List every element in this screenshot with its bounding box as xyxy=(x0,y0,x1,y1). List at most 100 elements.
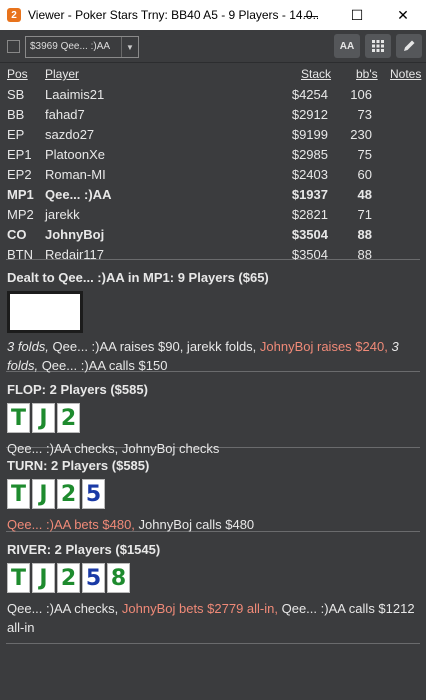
maximize-button[interactable]: ☐ xyxy=(334,0,380,30)
table-row[interactable]: BB fahad7 $2912 73 xyxy=(6,107,420,127)
table-row[interactable]: EP sazdo27 $9199 230 xyxy=(6,127,420,147)
action-text-highlight: JohnyBoj bets $2779 all-in, xyxy=(121,601,278,616)
river-cards: T J 2 5 8 xyxy=(7,563,420,593)
row-player: jarekk xyxy=(45,207,80,222)
table-row[interactable]: MP2 jarekk $2821 71 xyxy=(6,207,420,227)
row-bbs: 60 xyxy=(357,167,372,182)
row-player: Laaimis21 xyxy=(45,87,105,102)
pencil-icon xyxy=(404,40,415,51)
card: 2 xyxy=(57,403,80,433)
card: T xyxy=(7,563,30,593)
row-bbs: 75 xyxy=(357,147,372,162)
card: J xyxy=(32,563,55,593)
close-button[interactable]: ✕ xyxy=(380,0,426,30)
row-pos: BB xyxy=(7,107,25,122)
row-player: fahad7 xyxy=(45,107,85,122)
card: T xyxy=(7,479,30,509)
card: 5 xyxy=(82,479,105,509)
action-text-highlight: JohnyBoj raises $240, xyxy=(259,339,388,354)
row-stack: $2821 xyxy=(291,207,328,222)
header-player[interactable]: Player xyxy=(45,67,79,81)
header-pos[interactable]: Pos xyxy=(7,67,28,81)
river-action: Qee... :)AA checks, JohnyBoj bets $2779 … xyxy=(7,599,420,637)
row-pos: MP2 xyxy=(7,207,34,222)
row-stack: $1937 xyxy=(291,187,328,202)
row-stack: $2912 xyxy=(291,107,328,122)
card: 8 xyxy=(107,563,130,593)
app-icon: 2 xyxy=(7,8,21,22)
row-bbs: 73 xyxy=(357,107,372,122)
row-stack: $2985 xyxy=(291,147,328,162)
row-stack: $3504 xyxy=(291,227,328,242)
row-stack: $9199 xyxy=(291,127,328,142)
row-pos: EP1 xyxy=(7,147,32,162)
chevron-down-icon[interactable]: ▼ xyxy=(121,37,138,57)
row-pos: MP1 xyxy=(7,187,34,202)
aa-button[interactable]: AA xyxy=(334,34,360,58)
card: J xyxy=(32,403,55,433)
player-select[interactable]: $3969 Qee... :)AA ▼ xyxy=(25,36,139,58)
row-pos: BTN xyxy=(7,247,33,262)
player-select-value: $3969 Qee... :)AA xyxy=(30,41,111,52)
flop-cards: T J 2 xyxy=(7,403,420,433)
row-player: PlatoonXe xyxy=(45,147,105,162)
row-bbs: 88 xyxy=(357,227,372,242)
card: 2 xyxy=(57,563,80,593)
minimize-button[interactable]: — xyxy=(288,0,334,30)
row-player: Roman-MI xyxy=(45,167,106,182)
flop-title: FLOP: 2 Players ($585) xyxy=(7,382,148,397)
table-row[interactable]: BTN Redair117 $3504 88 xyxy=(6,247,420,267)
title-bar: 2 Viewer - Poker Stars Trny: BB40 A5 - 9… xyxy=(0,0,426,30)
window-title: Viewer - Poker Stars Trny: BB40 A5 - 9 P… xyxy=(28,8,318,22)
action-text-highlight: Qee... :)AA bets $480, xyxy=(7,517,135,532)
edit-button[interactable] xyxy=(396,34,422,58)
action-text: 3 folds, xyxy=(7,339,49,354)
flop-section: FLOP: 2 Players ($585) T J 2 Qee... :)AA… xyxy=(6,372,420,456)
card: 2 xyxy=(57,479,80,509)
row-pos: EP2 xyxy=(7,167,32,182)
table-row-villain[interactable]: CO JohnyBoj $3504 88 xyxy=(6,227,420,247)
header-notes[interactable]: Notes xyxy=(390,67,421,81)
row-pos: EP xyxy=(7,127,25,142)
select-checkbox[interactable] xyxy=(7,40,20,53)
table-row[interactable]: SB Laaimis21 $4254 106 xyxy=(6,87,420,107)
row-stack: $4254 xyxy=(291,87,328,102)
action-text: Qee... :)AA raises $90, jarekk folds, xyxy=(48,339,260,354)
row-pos: SB xyxy=(7,87,25,102)
turn-title: TURN: 2 Players ($585) xyxy=(7,458,150,473)
action-text: JohnyBoj calls $480 xyxy=(134,517,255,532)
row-player: Redair117 xyxy=(45,247,105,262)
river-section: RIVER: 2 Players ($1545) T J 2 5 8 Qee..… xyxy=(6,532,420,644)
card: 5 xyxy=(82,563,105,593)
river-title: RIVER: 2 Players ($1545) xyxy=(7,542,161,557)
action-text: Qee... :)AA checks, xyxy=(7,601,122,616)
row-player: Qee... :)AA xyxy=(45,187,112,202)
header-bbs[interactable]: bb's xyxy=(356,67,378,81)
row-bbs: 88 xyxy=(357,247,372,262)
row-player: JohnyBoj xyxy=(45,227,105,242)
card: J xyxy=(32,479,55,509)
row-bbs: 71 xyxy=(357,207,372,222)
table-row[interactable]: EP1 PlatoonXe $2985 75 xyxy=(6,147,420,167)
turn-section: TURN: 2 Players ($585) T J 2 5 Qee... :)… xyxy=(6,448,420,532)
preflop-action: 3 folds, Qee... :)AA raises $90, jarekk … xyxy=(7,337,420,375)
header-stack[interactable]: Stack xyxy=(301,67,331,81)
hole-cards-placeholder xyxy=(7,291,83,333)
row-bbs: 48 xyxy=(357,187,372,202)
preflop-title: Dealt to Qee... :)AA in MP1: 9 Players (… xyxy=(7,270,269,285)
grid-button[interactable] xyxy=(365,34,391,58)
row-bbs: 106 xyxy=(350,87,372,102)
turn-cards: T J 2 5 xyxy=(7,479,420,509)
table-row-hero[interactable]: MP1 Qee... :)AA $1937 48 xyxy=(6,187,420,207)
action-text: Qee... :)AA calls $150 xyxy=(38,358,168,373)
toolbar: $3969 Qee... :)AA ▼ AA xyxy=(0,30,426,63)
card: T xyxy=(7,403,30,433)
row-stack: $3504 xyxy=(291,247,328,262)
row-bbs: 230 xyxy=(350,127,372,142)
row-player: sazdo27 xyxy=(45,127,95,142)
table-row[interactable]: EP2 Roman-MI $2403 60 xyxy=(6,167,420,187)
grid-icon xyxy=(372,40,384,52)
row-pos: CO xyxy=(7,227,27,242)
row-stack: $2403 xyxy=(291,167,328,182)
player-table: Pos Player Stack bb's Notes SB Laaimis21… xyxy=(6,63,421,262)
